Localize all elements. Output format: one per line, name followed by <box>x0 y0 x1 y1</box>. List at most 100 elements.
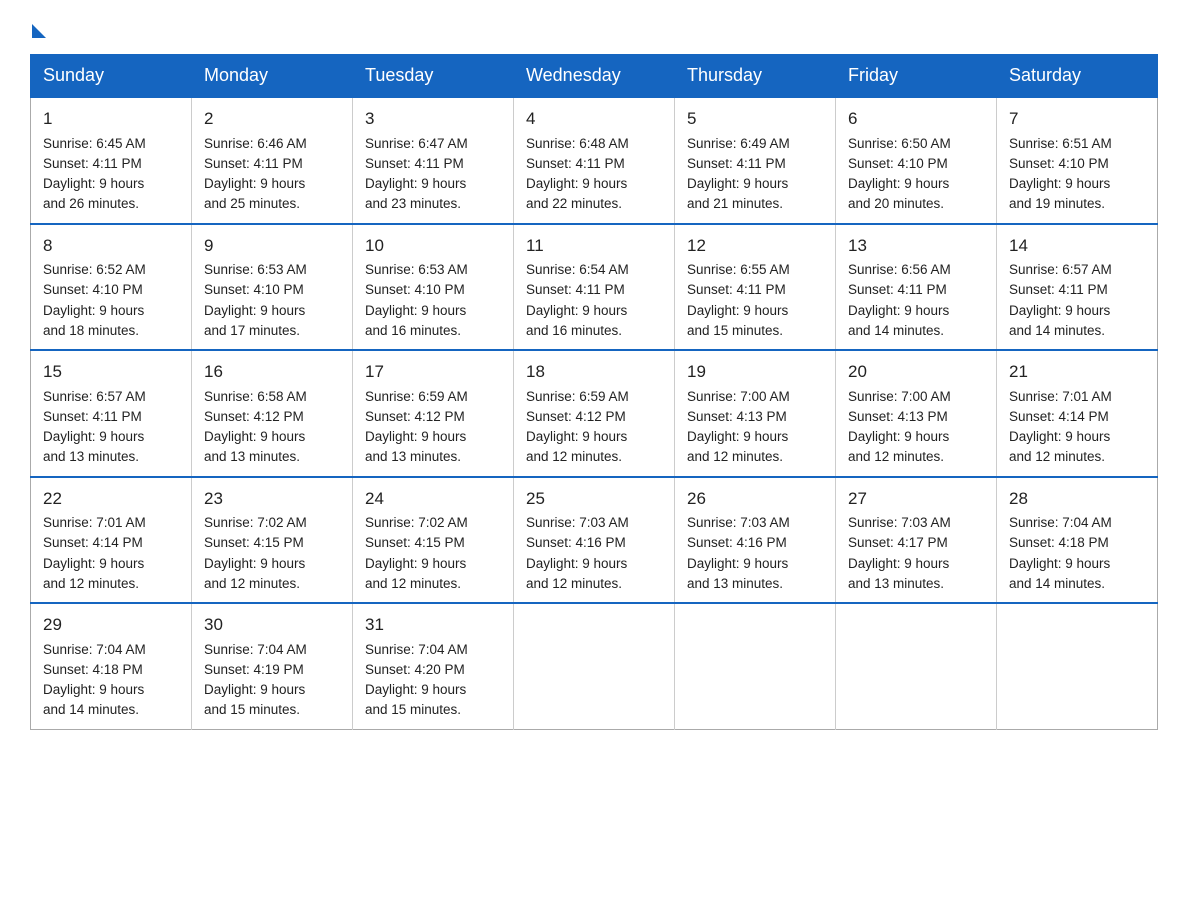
calendar-week-row: 15Sunrise: 6:57 AMSunset: 4:11 PMDayligh… <box>31 350 1158 477</box>
day-number: 13 <box>848 233 984 259</box>
day-info: Sunrise: 6:54 AMSunset: 4:11 PMDaylight:… <box>526 260 662 341</box>
day-info: Sunrise: 7:04 AMSunset: 4:20 PMDaylight:… <box>365 640 501 721</box>
calendar-cell: 7Sunrise: 6:51 AMSunset: 4:10 PMDaylight… <box>997 97 1158 224</box>
day-info: Sunrise: 6:57 AMSunset: 4:11 PMDaylight:… <box>43 387 179 468</box>
logo <box>30 20 46 38</box>
calendar-header-thursday: Thursday <box>675 55 836 98</box>
calendar-cell: 9Sunrise: 6:53 AMSunset: 4:10 PMDaylight… <box>192 224 353 351</box>
day-info: Sunrise: 6:55 AMSunset: 4:11 PMDaylight:… <box>687 260 823 341</box>
calendar-cell: 30Sunrise: 7:04 AMSunset: 4:19 PMDayligh… <box>192 603 353 729</box>
calendar-cell: 22Sunrise: 7:01 AMSunset: 4:14 PMDayligh… <box>31 477 192 604</box>
calendar-cell: 19Sunrise: 7:00 AMSunset: 4:13 PMDayligh… <box>675 350 836 477</box>
calendar-cell: 26Sunrise: 7:03 AMSunset: 4:16 PMDayligh… <box>675 477 836 604</box>
calendar-week-row: 29Sunrise: 7:04 AMSunset: 4:18 PMDayligh… <box>31 603 1158 729</box>
day-info: Sunrise: 6:47 AMSunset: 4:11 PMDaylight:… <box>365 134 501 215</box>
day-info: Sunrise: 6:48 AMSunset: 4:11 PMDaylight:… <box>526 134 662 215</box>
day-info: Sunrise: 7:04 AMSunset: 4:18 PMDaylight:… <box>43 640 179 721</box>
day-number: 18 <box>526 359 662 385</box>
day-info: Sunrise: 7:00 AMSunset: 4:13 PMDaylight:… <box>848 387 984 468</box>
calendar-cell <box>675 603 836 729</box>
calendar-cell: 23Sunrise: 7:02 AMSunset: 4:15 PMDayligh… <box>192 477 353 604</box>
day-info: Sunrise: 7:03 AMSunset: 4:16 PMDaylight:… <box>687 513 823 594</box>
day-info: Sunrise: 6:49 AMSunset: 4:11 PMDaylight:… <box>687 134 823 215</box>
calendar-cell: 2Sunrise: 6:46 AMSunset: 4:11 PMDaylight… <box>192 97 353 224</box>
day-info: Sunrise: 7:01 AMSunset: 4:14 PMDaylight:… <box>43 513 179 594</box>
calendar-header-monday: Monday <box>192 55 353 98</box>
calendar-week-row: 1Sunrise: 6:45 AMSunset: 4:11 PMDaylight… <box>31 97 1158 224</box>
calendar-cell: 3Sunrise: 6:47 AMSunset: 4:11 PMDaylight… <box>353 97 514 224</box>
day-info: Sunrise: 6:53 AMSunset: 4:10 PMDaylight:… <box>204 260 340 341</box>
calendar-week-row: 22Sunrise: 7:01 AMSunset: 4:14 PMDayligh… <box>31 477 1158 604</box>
calendar-cell: 4Sunrise: 6:48 AMSunset: 4:11 PMDaylight… <box>514 97 675 224</box>
day-number: 28 <box>1009 486 1145 512</box>
day-info: Sunrise: 7:01 AMSunset: 4:14 PMDaylight:… <box>1009 387 1145 468</box>
calendar-header-saturday: Saturday <box>997 55 1158 98</box>
day-info: Sunrise: 6:46 AMSunset: 4:11 PMDaylight:… <box>204 134 340 215</box>
calendar-table: SundayMondayTuesdayWednesdayThursdayFrid… <box>30 54 1158 730</box>
day-info: Sunrise: 7:03 AMSunset: 4:17 PMDaylight:… <box>848 513 984 594</box>
day-info: Sunrise: 7:02 AMSunset: 4:15 PMDaylight:… <box>365 513 501 594</box>
calendar-cell <box>836 603 997 729</box>
calendar-cell: 12Sunrise: 6:55 AMSunset: 4:11 PMDayligh… <box>675 224 836 351</box>
calendar-cell: 21Sunrise: 7:01 AMSunset: 4:14 PMDayligh… <box>997 350 1158 477</box>
day-info: Sunrise: 7:02 AMSunset: 4:15 PMDaylight:… <box>204 513 340 594</box>
calendar-cell: 27Sunrise: 7:03 AMSunset: 4:17 PMDayligh… <box>836 477 997 604</box>
day-info: Sunrise: 6:59 AMSunset: 4:12 PMDaylight:… <box>526 387 662 468</box>
calendar-cell: 18Sunrise: 6:59 AMSunset: 4:12 PMDayligh… <box>514 350 675 477</box>
page-header <box>30 20 1158 38</box>
calendar-cell: 31Sunrise: 7:04 AMSunset: 4:20 PMDayligh… <box>353 603 514 729</box>
day-number: 23 <box>204 486 340 512</box>
day-number: 2 <box>204 106 340 132</box>
calendar-header-row: SundayMondayTuesdayWednesdayThursdayFrid… <box>31 55 1158 98</box>
day-info: Sunrise: 7:04 AMSunset: 4:18 PMDaylight:… <box>1009 513 1145 594</box>
calendar-cell: 15Sunrise: 6:57 AMSunset: 4:11 PMDayligh… <box>31 350 192 477</box>
day-info: Sunrise: 7:00 AMSunset: 4:13 PMDaylight:… <box>687 387 823 468</box>
day-number: 6 <box>848 106 984 132</box>
calendar-cell: 1Sunrise: 6:45 AMSunset: 4:11 PMDaylight… <box>31 97 192 224</box>
day-number: 27 <box>848 486 984 512</box>
day-info: Sunrise: 6:57 AMSunset: 4:11 PMDaylight:… <box>1009 260 1145 341</box>
day-number: 8 <box>43 233 179 259</box>
day-info: Sunrise: 6:59 AMSunset: 4:12 PMDaylight:… <box>365 387 501 468</box>
day-number: 12 <box>687 233 823 259</box>
calendar-cell: 29Sunrise: 7:04 AMSunset: 4:18 PMDayligh… <box>31 603 192 729</box>
calendar-cell: 25Sunrise: 7:03 AMSunset: 4:16 PMDayligh… <box>514 477 675 604</box>
day-number: 11 <box>526 233 662 259</box>
calendar-cell: 10Sunrise: 6:53 AMSunset: 4:10 PMDayligh… <box>353 224 514 351</box>
calendar-cell: 17Sunrise: 6:59 AMSunset: 4:12 PMDayligh… <box>353 350 514 477</box>
day-number: 21 <box>1009 359 1145 385</box>
day-info: Sunrise: 6:53 AMSunset: 4:10 PMDaylight:… <box>365 260 501 341</box>
calendar-header-tuesday: Tuesday <box>353 55 514 98</box>
day-number: 7 <box>1009 106 1145 132</box>
day-number: 17 <box>365 359 501 385</box>
day-number: 29 <box>43 612 179 638</box>
day-number: 1 <box>43 106 179 132</box>
day-number: 10 <box>365 233 501 259</box>
day-info: Sunrise: 6:45 AMSunset: 4:11 PMDaylight:… <box>43 134 179 215</box>
calendar-cell: 16Sunrise: 6:58 AMSunset: 4:12 PMDayligh… <box>192 350 353 477</box>
calendar-cell: 14Sunrise: 6:57 AMSunset: 4:11 PMDayligh… <box>997 224 1158 351</box>
day-info: Sunrise: 6:56 AMSunset: 4:11 PMDaylight:… <box>848 260 984 341</box>
day-info: Sunrise: 7:04 AMSunset: 4:19 PMDaylight:… <box>204 640 340 721</box>
calendar-cell <box>514 603 675 729</box>
day-info: Sunrise: 7:03 AMSunset: 4:16 PMDaylight:… <box>526 513 662 594</box>
calendar-cell: 13Sunrise: 6:56 AMSunset: 4:11 PMDayligh… <box>836 224 997 351</box>
day-number: 4 <box>526 106 662 132</box>
day-number: 15 <box>43 359 179 385</box>
day-info: Sunrise: 6:52 AMSunset: 4:10 PMDaylight:… <box>43 260 179 341</box>
day-number: 3 <box>365 106 501 132</box>
calendar-header-wednesday: Wednesday <box>514 55 675 98</box>
calendar-cell: 8Sunrise: 6:52 AMSunset: 4:10 PMDaylight… <box>31 224 192 351</box>
day-number: 22 <box>43 486 179 512</box>
calendar-cell: 6Sunrise: 6:50 AMSunset: 4:10 PMDaylight… <box>836 97 997 224</box>
calendar-header-friday: Friday <box>836 55 997 98</box>
day-number: 26 <box>687 486 823 512</box>
day-number: 30 <box>204 612 340 638</box>
calendar-cell: 5Sunrise: 6:49 AMSunset: 4:11 PMDaylight… <box>675 97 836 224</box>
day-number: 25 <box>526 486 662 512</box>
day-number: 31 <box>365 612 501 638</box>
day-number: 9 <box>204 233 340 259</box>
day-number: 24 <box>365 486 501 512</box>
calendar-cell: 28Sunrise: 7:04 AMSunset: 4:18 PMDayligh… <box>997 477 1158 604</box>
day-number: 19 <box>687 359 823 385</box>
